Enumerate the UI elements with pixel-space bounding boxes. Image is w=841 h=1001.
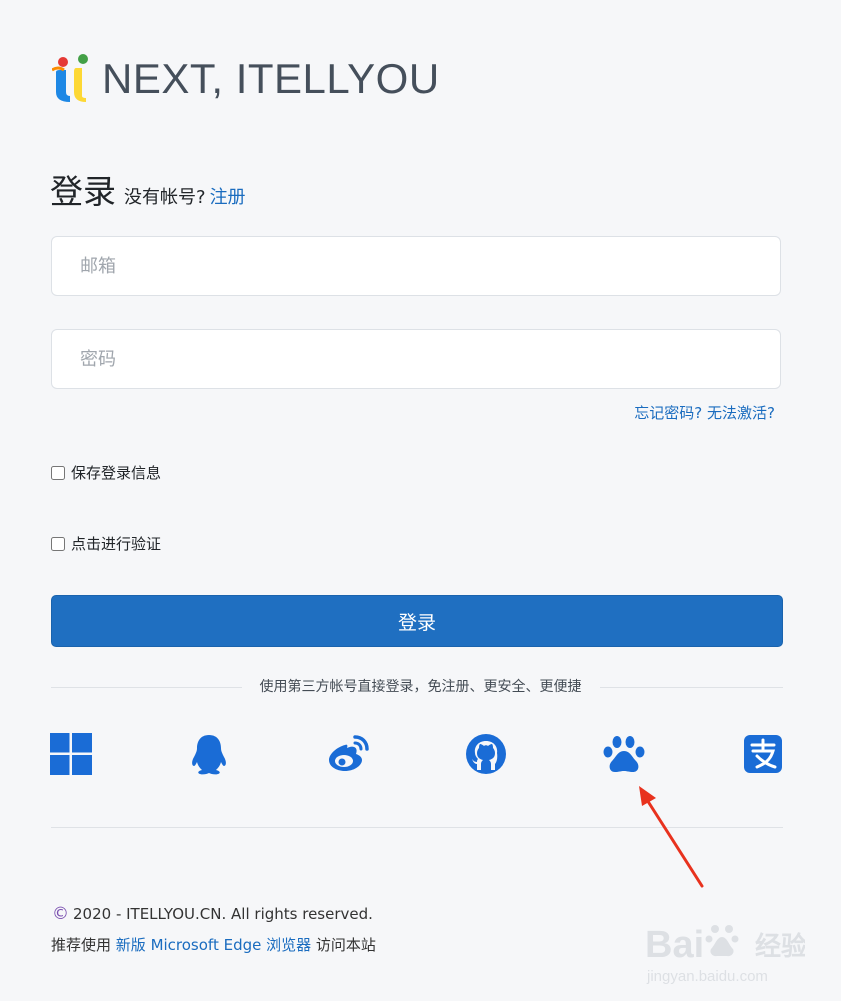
recommend-suffix: 访问本站 bbox=[315, 936, 376, 954]
svg-text:经验: 经验 bbox=[755, 931, 805, 962]
verify-label: 点击进行验证 bbox=[71, 535, 162, 553]
recommend-prefix: 推荐使用 bbox=[51, 936, 112, 954]
login-button[interactable]: 登录 bbox=[51, 595, 783, 647]
brand-name: NEXT, ITELLYOU bbox=[102, 55, 440, 102]
baidu-login-icon[interactable] bbox=[603, 733, 645, 775]
page-title: 登录 bbox=[50, 172, 116, 211]
browser-recommendation: 推荐使用 新版 Microsoft Edge 浏览器 访问本站 bbox=[51, 934, 376, 955]
remember-login-label: 保存登录信息 bbox=[71, 464, 162, 482]
remember-login-checkbox[interactable] bbox=[51, 465, 65, 480]
forgot-password-link[interactable]: 忘记密码? 无法激活? bbox=[634, 402, 775, 423]
register-link[interactable]: 注册 bbox=[210, 183, 246, 209]
login-heading: 登录 没有帐号? 注册 bbox=[50, 165, 246, 213]
svg-text:Bai: Bai bbox=[645, 924, 704, 966]
logo-mark-icon bbox=[51, 52, 98, 106]
third-party-divider: 使用第三方帐号直接登录，免注册、更安全、更便捷 bbox=[0, 676, 841, 696]
github-login-icon[interactable] bbox=[465, 733, 507, 775]
no-account-text: 没有帐号? bbox=[124, 187, 206, 208]
site-logo[interactable]: NEXT, ITELLYOU bbox=[51, 52, 440, 106]
remember-login-row[interactable]: 保存登录信息 bbox=[51, 462, 161, 483]
copyright: © 2020 - ITELLYOU.CN. All rights reserve… bbox=[52, 904, 373, 924]
svg-text:jingyan.baidu.com: jingyan.baidu.com bbox=[646, 968, 768, 985]
alipay-login-icon[interactable] bbox=[742, 733, 784, 775]
baidu-jingyan-watermark: Bai 经验 jingyan.baidu.com bbox=[645, 924, 805, 985]
verify-row[interactable]: 点击进行验证 bbox=[51, 533, 161, 554]
copyright-text: 2020 - ITELLYOU.CN. All rights reserved. bbox=[73, 905, 373, 923]
copyright-icon: © bbox=[52, 904, 69, 924]
windows-login-icon[interactable] bbox=[50, 733, 92, 775]
password-field[interactable] bbox=[51, 329, 781, 389]
qq-login-icon[interactable] bbox=[188, 733, 230, 775]
edge-browser-link[interactable]: 新版 Microsoft Edge 浏览器 bbox=[116, 936, 311, 954]
verify-checkbox[interactable] bbox=[51, 536, 65, 551]
annotation-arrow-icon bbox=[639, 786, 704, 888]
weibo-login-icon[interactable] bbox=[327, 733, 369, 775]
third-party-text: 使用第三方帐号直接登录，免注册、更安全、更便捷 bbox=[241, 679, 600, 695]
email-field[interactable] bbox=[51, 236, 781, 296]
